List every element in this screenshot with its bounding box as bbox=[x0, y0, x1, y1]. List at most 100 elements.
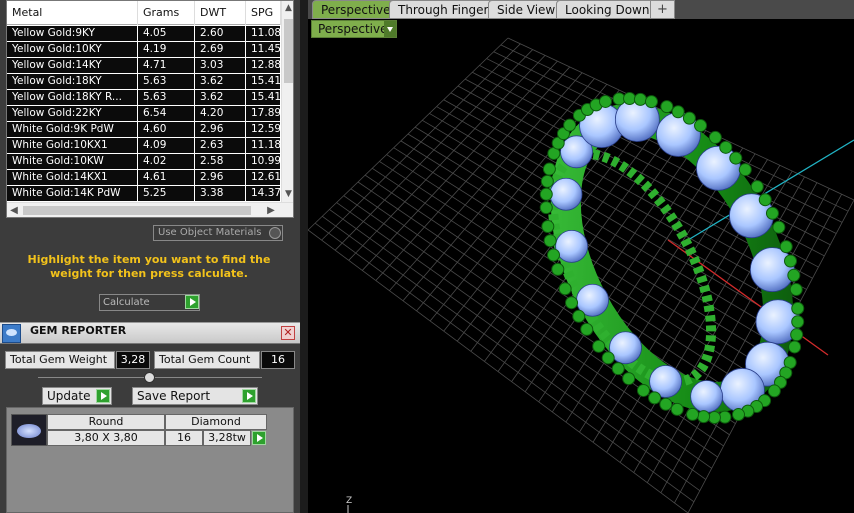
gem-stone bbox=[555, 229, 589, 263]
scroll-right-icon[interactable]: ▶ bbox=[264, 203, 278, 217]
scroll-up-icon[interactable]: ▲ bbox=[282, 1, 293, 15]
spg-cell: 17.89 bbox=[246, 106, 281, 121]
use-object-materials-toggle[interactable]: Use Object Materials bbox=[153, 225, 283, 241]
tab-side-view[interactable]: Side View bbox=[488, 0, 565, 19]
table-row[interactable]: White Gold:9K PdW 4.60 2.96 12.59 bbox=[7, 122, 281, 138]
prong bbox=[788, 340, 802, 354]
spg-cell: 10.99 bbox=[246, 154, 281, 169]
grams-cell: 4.05 bbox=[138, 26, 195, 41]
calculate-label: Calculate bbox=[103, 297, 150, 308]
prong bbox=[598, 94, 612, 108]
metal-name-cell: Yellow Gold:14KY bbox=[7, 58, 138, 73]
prong bbox=[580, 322, 594, 336]
tab-looking-down[interactable]: Looking Down bbox=[556, 0, 659, 19]
metal-name-cell: Yellow Gold:22KY bbox=[7, 106, 138, 121]
grams-cell: 4.09 bbox=[138, 138, 195, 153]
prong bbox=[541, 220, 555, 234]
prong bbox=[765, 206, 779, 220]
eternity-ring-model[interactable] bbox=[520, 83, 822, 432]
add-tab-button[interactable]: + bbox=[650, 0, 675, 19]
prong bbox=[791, 301, 805, 315]
total-gem-weight-label: Total Gem Weight bbox=[5, 351, 115, 369]
prong bbox=[790, 328, 804, 342]
metal-name-cell: Yellow Gold:18KY R... bbox=[7, 90, 138, 105]
table-row[interactable]: Yellow Gold:9KY 4.05 2.60 11.08 bbox=[7, 26, 281, 42]
prong bbox=[738, 163, 752, 177]
total-gem-count-value: 16 bbox=[261, 351, 295, 369]
gem-reporter-icon bbox=[2, 324, 21, 343]
prong bbox=[565, 296, 579, 310]
update-go-icon bbox=[96, 389, 110, 403]
metal-table-horizontal-scrollbar[interactable]: ◀ ▶ bbox=[7, 202, 293, 217]
prong bbox=[670, 402, 684, 416]
gem-stone bbox=[690, 380, 724, 413]
calculate-field[interactable]: Calculate bbox=[99, 294, 200, 311]
dwt-cell: 2.69 bbox=[195, 42, 246, 57]
scroll-down-icon[interactable]: ▼ bbox=[282, 187, 293, 201]
panel-splitter[interactable] bbox=[300, 0, 308, 513]
prong bbox=[648, 391, 662, 405]
grams-cell: 4.19 bbox=[138, 42, 195, 57]
gem-reporter-panel: Total Gem Weight 3,28 Total Gem Count 16… bbox=[0, 345, 300, 513]
round-diamond-icon bbox=[11, 414, 47, 446]
gem-shape: Round bbox=[47, 414, 165, 430]
gem-weight: 3,28tw bbox=[203, 430, 251, 446]
dwt-cell: 2.63 bbox=[195, 138, 246, 153]
gem-material: Diamond bbox=[165, 414, 267, 430]
view-tab-bar: Perspective Through Finger Side View Loo… bbox=[308, 0, 854, 19]
horizontal-scroll-thumb[interactable] bbox=[23, 206, 251, 215]
prong bbox=[659, 397, 673, 411]
table-row[interactable]: White Gold:10KX1 4.09 2.63 11.18 bbox=[7, 138, 281, 154]
table-row[interactable]: Yellow Gold:14KY 4.71 3.03 12.88 bbox=[7, 58, 281, 74]
table-row[interactable]: Yellow Gold:18KY R... 5.63 3.62 15.41 bbox=[7, 90, 281, 106]
prong bbox=[633, 92, 647, 106]
prong bbox=[611, 362, 625, 376]
total-gem-count-label: Total Gem Count bbox=[154, 351, 260, 369]
update-label: Update bbox=[47, 389, 91, 403]
metal-table-vertical-scrollbar[interactable]: ▲ ▼ bbox=[281, 1, 293, 202]
dwt-cell: 2.96 bbox=[195, 122, 246, 137]
tab-through-finger[interactable]: Through Finger bbox=[389, 0, 498, 19]
tab-perspective[interactable]: Perspective bbox=[312, 0, 400, 19]
grams-cell: 4.02 bbox=[138, 154, 195, 169]
calculate-go-icon[interactable] bbox=[185, 295, 199, 309]
gem-select-go-icon[interactable] bbox=[252, 431, 266, 445]
panel-resize-handle[interactable] bbox=[144, 372, 155, 383]
vertical-scroll-thumb[interactable] bbox=[284, 19, 293, 83]
table-row[interactable]: White Gold:14K PdW 5.25 3.38 14.37 bbox=[7, 186, 281, 202]
use-object-materials-label: Use Object Materials bbox=[158, 227, 262, 238]
gem-stone bbox=[549, 177, 583, 211]
column-header-grams[interactable]: Grams bbox=[138, 1, 195, 25]
table-row[interactable]: Yellow Gold:18KY 5.63 3.62 15.41 bbox=[7, 74, 281, 90]
prong bbox=[784, 254, 798, 268]
grams-cell: 4.71 bbox=[138, 58, 195, 73]
column-header-metal[interactable]: Metal bbox=[7, 1, 138, 25]
metal-weight-table: Metal Grams DWT SPG Yellow Gold:9KY 4.05 2… bbox=[6, 0, 294, 218]
spg-cell: 15.41 bbox=[246, 74, 281, 89]
metal-table-header: Metal Grams DWT SPG bbox=[7, 1, 281, 25]
scroll-left-icon[interactable]: ◀ bbox=[7, 203, 21, 217]
prong bbox=[542, 162, 556, 176]
table-row[interactable]: White Gold:10KW 4.02 2.58 10.99 bbox=[7, 154, 281, 170]
metal-name-cell: White Gold:10KW bbox=[7, 154, 138, 169]
close-icon[interactable]: ✕ bbox=[281, 326, 295, 340]
column-header-dwt[interactable]: DWT bbox=[195, 1, 246, 25]
spg-cell: 12.59 bbox=[246, 122, 281, 137]
table-row[interactable]: Yellow Gold:22KY 6.54 4.20 17.89 bbox=[7, 106, 281, 122]
update-button[interactable]: Update bbox=[42, 387, 112, 405]
prong bbox=[539, 187, 553, 201]
dwt-cell: 2.60 bbox=[195, 26, 246, 41]
prong bbox=[558, 282, 572, 296]
prong bbox=[767, 384, 781, 398]
prong bbox=[758, 193, 772, 207]
save-report-button[interactable]: Save Report bbox=[132, 387, 258, 405]
prong bbox=[592, 339, 606, 353]
column-header-spg[interactable]: SPG bbox=[246, 1, 281, 25]
table-row[interactable]: Yellow Gold:10KY 4.19 2.69 11.45 bbox=[7, 42, 281, 58]
3d-scene bbox=[308, 37, 854, 513]
gem-count: 16 bbox=[165, 430, 203, 446]
table-row[interactable]: White Gold:14KX1 4.61 2.96 12.61 bbox=[7, 170, 281, 186]
prong bbox=[540, 174, 554, 188]
3d-viewport[interactable]: Perspective Through Finger Side View Loo… bbox=[308, 0, 854, 513]
instruction-text: Highlight the item you want to find the … bbox=[27, 253, 271, 280]
